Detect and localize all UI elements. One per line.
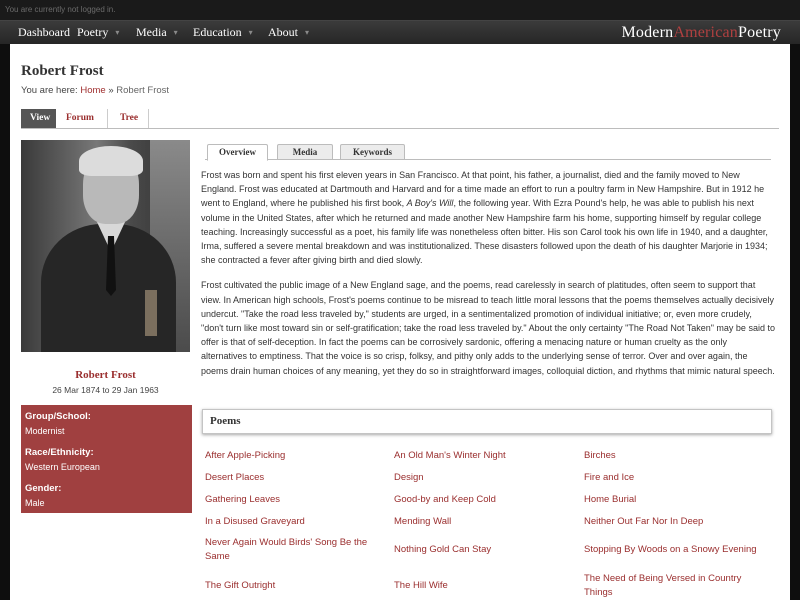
info-value: Male — [25, 498, 45, 508]
breadcrumb-home-link[interactable]: Home — [80, 85, 105, 96]
brand-part2: American — [673, 24, 739, 41]
poem-link[interactable]: Never Again Would Birds' Song Be the Sam… — [205, 536, 380, 564]
nav-education-label: Education — [193, 25, 242, 39]
author-dates: 26 Mar 1874 to 29 Jan 1963 — [52, 385, 159, 395]
poem-link[interactable]: Good-by and Keep Cold — [394, 493, 569, 507]
poem-link[interactable]: Desert Places — [205, 471, 380, 485]
main-content: Robert Frost You are here: Home » Robert… — [10, 44, 790, 600]
page-title: Robert Frost — [21, 63, 104, 79]
info-label: Group/School: — [25, 411, 91, 422]
chevron-down-icon: ▾ — [248, 28, 253, 37]
poem-link[interactable]: In a Disused Graveyard — [205, 515, 380, 529]
bio-paragraph: Frost was born and spent his first eleve… — [201, 170, 768, 266]
site-logo[interactable]: ModernAmericanPoetry — [621, 24, 781, 42]
nav-poetry-label: Poetry — [77, 25, 109, 39]
book-title: A Boy's Will — [406, 198, 454, 209]
tab-tree[interactable]: Tree — [111, 109, 149, 128]
left-gutter — [0, 44, 10, 600]
right-gutter — [790, 44, 800, 600]
poem-link[interactable]: Neither Out Far Nor In Deep — [584, 515, 759, 529]
poem-link[interactable]: Design — [394, 471, 569, 485]
poem-link[interactable]: Birches — [584, 449, 759, 463]
poems-heading: Poems — [210, 415, 241, 427]
login-status: You are currently not logged in. — [0, 0, 800, 20]
chevron-down-icon: ▾ — [173, 28, 178, 37]
nav-poetry[interactable]: Poetry ▾ — [77, 25, 119, 40]
author-info-box: Group/School: Modernist Race/Ethnicity: … — [21, 405, 192, 513]
brand-part3: Poetry — [738, 24, 781, 41]
poem-link[interactable]: Mending Wall — [394, 515, 569, 529]
content-tabs: Overview Media Keywords — [205, 144, 771, 161]
poem-link[interactable]: Stopping By Woods on a Snowy Evening — [584, 543, 759, 557]
nav-dashboard-label: Dashboard — [18, 25, 70, 39]
info-value: Western European — [25, 462, 100, 472]
nav-about[interactable]: About ▾ — [268, 25, 309, 40]
poem-link[interactable]: The Hill Wife — [394, 579, 569, 593]
poem-link[interactable]: Gathering Leaves — [205, 493, 380, 507]
info-value: Modernist — [25, 426, 65, 436]
tab-forum[interactable]: Forum — [57, 109, 108, 128]
poem-link[interactable]: The Gift Outright — [205, 579, 380, 593]
info-label: Gender: — [25, 483, 62, 494]
main-nav: Dashboard Poetry ▾ Media ▾ Education ▾ Abou… — [0, 20, 800, 44]
tab-view[interactable]: View — [21, 109, 56, 128]
biography: Frost was born and spent his first eleve… — [201, 168, 775, 389]
poems-header: Poems — [202, 409, 772, 434]
author-portrait — [21, 140, 190, 352]
brand-part1: Modern — [621, 24, 674, 41]
nav-media-label: Media — [136, 25, 167, 39]
nav-media[interactable]: Media ▾ — [136, 25, 178, 40]
tab-media[interactable]: Media — [277, 144, 333, 160]
tab-overview[interactable]: Overview — [207, 144, 268, 161]
nav-dashboard[interactable]: Dashboard — [18, 25, 70, 40]
page-tabs: View Forum Tree — [21, 109, 779, 129]
author-name: Robert Frost — [75, 369, 136, 381]
nav-education[interactable]: Education ▾ — [193, 25, 253, 40]
chevron-down-icon: ▾ — [115, 28, 120, 37]
breadcrumb-current: Robert Frost — [116, 85, 170, 96]
chevron-down-icon: ▾ — [305, 28, 310, 37]
poem-link[interactable]: Nothing Gold Can Stay — [394, 543, 569, 557]
nav-about-label: About — [268, 25, 298, 39]
breadcrumb: You are here: Home » Robert Frost — [21, 85, 169, 96]
poem-link[interactable]: An Old Man's Winter Night — [394, 449, 569, 463]
poem-link[interactable]: After Apple-Picking — [205, 449, 380, 463]
tab-keywords[interactable]: Keywords — [340, 144, 405, 160]
poem-link[interactable]: The Need of Being Versed in Country Thin… — [584, 572, 759, 600]
poem-link[interactable]: Home Burial — [584, 493, 759, 507]
bio-paragraph: Frost cultivated the public image of a N… — [201, 280, 775, 376]
info-label: Race/Ethnicity: — [25, 447, 94, 458]
breadcrumb-separator: » — [108, 85, 114, 96]
breadcrumb-prefix: You are here: — [21, 85, 78, 96]
poem-link[interactable]: Fire and Ice — [584, 471, 759, 485]
